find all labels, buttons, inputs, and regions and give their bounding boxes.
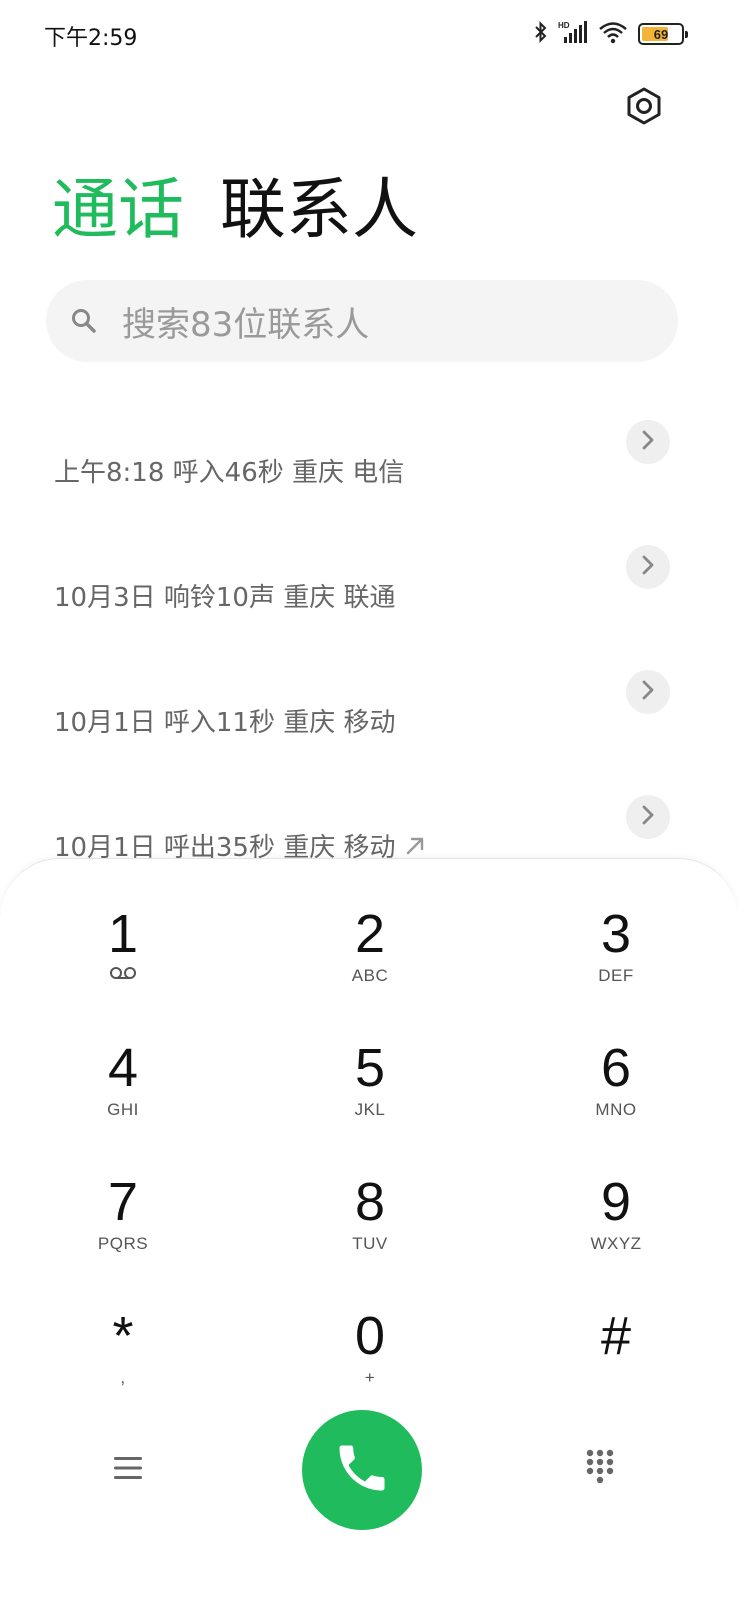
dialer-action-bar (0, 1410, 738, 1530)
dialpad-key-star[interactable]: * , (43, 1305, 203, 1415)
call-log-item[interactable]: 10月1日 呼入11秒 重庆 移动 (0, 670, 738, 794)
call-detail-button[interactable] (626, 670, 670, 714)
key-letters: PQRS (97, 1234, 149, 1253)
dialpad-key-7[interactable]: 7 PQRS (43, 1171, 203, 1281)
call-log-item[interactable]: 10月1日 呼出35秒 重庆 移动 (0, 795, 738, 860)
key-digit: 0 (354, 1306, 386, 1366)
key-digit: 6 (600, 1038, 632, 1098)
key-digit: 3 (600, 904, 632, 964)
chevron-right-icon (641, 555, 655, 579)
key-letters: ABC (351, 966, 389, 985)
status-bar: 下午2:59 HD 69 (0, 0, 738, 70)
status-time: 下午2:59 (44, 26, 138, 51)
key-letters: WXYZ (590, 1234, 642, 1253)
key-digit: 1 (107, 904, 139, 964)
search-icon (70, 306, 100, 336)
key-digit: # (600, 1306, 632, 1366)
dialpad-key-0[interactable]: 0 + (290, 1305, 450, 1415)
battery-level: 69 (653, 26, 669, 42)
phone-icon (332, 1438, 392, 1502)
key-digit: 8 (354, 1172, 386, 1232)
dialpad-icon (585, 1448, 615, 1490)
wifi-icon (598, 20, 628, 48)
tab-bar: 通话 联系人 (52, 166, 418, 254)
key-digit: 2 (354, 904, 386, 964)
battery-nub (685, 31, 688, 38)
hd-signal-icon: HD (558, 20, 588, 48)
tab-calls[interactable]: 通话 (52, 166, 184, 254)
call-button[interactable] (302, 1410, 422, 1530)
menu-icon (113, 1455, 143, 1485)
chevron-right-icon (641, 680, 655, 704)
dialpad-key-hash[interactable]: # (536, 1305, 696, 1415)
key-letters: DEF (598, 966, 634, 985)
key-letters: TUV (352, 1234, 388, 1253)
search-input[interactable]: 搜索83位联系人 (46, 280, 678, 362)
key-letters: MNO (595, 1100, 637, 1119)
dialpad-key-5[interactable]: 5 JKL (290, 1037, 450, 1147)
key-digit: 7 (107, 1172, 139, 1232)
chevron-right-icon (641, 805, 655, 829)
call-detail: 上午8:18 呼入46秒 重庆 电信 (54, 458, 405, 488)
call-detail: 10月1日 呼入11秒 重庆 移动 (54, 708, 396, 738)
dialpad-key-6[interactable]: 6 MNO (536, 1037, 696, 1147)
outgoing-call-icon (404, 834, 426, 861)
call-log-list: 上午8:18 呼入46秒 重庆 电信 10月3日 响铃10声 重庆 联通 10月… (0, 380, 738, 860)
key-letters: GHI (107, 1100, 139, 1119)
voicemail-icon (43, 965, 203, 987)
battery-icon: 69 (638, 23, 688, 45)
call-log-item[interactable]: 10月3日 响铃10声 重庆 联通 (0, 545, 738, 669)
dialpad-key-9[interactable]: 9 WXYZ (536, 1171, 696, 1281)
settings-button[interactable] (622, 86, 666, 130)
call-detail-outgoing: 10月1日 呼出35秒 重庆 移动 (54, 827, 426, 860)
call-detail-button[interactable] (626, 545, 670, 589)
dialpad-key-3[interactable]: 3 DEF (536, 903, 696, 1013)
search-placeholder: 搜索83位联系人 (122, 304, 370, 345)
key-digit: 9 (600, 1172, 632, 1232)
key-letters: + (364, 1368, 376, 1387)
dialpad-key-2[interactable]: 2 ABC (290, 903, 450, 1013)
svg-text:HD: HD (558, 21, 570, 30)
call-detail: 10月3日 响铃10声 重庆 联通 (54, 583, 396, 613)
key-digit: * (112, 1306, 134, 1366)
status-icons: HD 69 (534, 20, 688, 48)
call-detail-button[interactable] (626, 795, 670, 839)
settings-icon (624, 86, 664, 130)
menu-button[interactable] (106, 1450, 150, 1490)
key-letters: , (120, 1368, 126, 1387)
key-digit: 4 (107, 1038, 139, 1098)
key-digit: 5 (354, 1038, 386, 1098)
keypad-toggle-button[interactable] (578, 1444, 622, 1494)
call-log-item[interactable]: 上午8:18 呼入46秒 重庆 电信 (0, 420, 738, 544)
bluetooth-icon (534, 20, 548, 48)
dialpad-key-1[interactable]: 1 (43, 903, 203, 1013)
dialpad-key-4[interactable]: 4 GHI (43, 1037, 203, 1147)
chevron-right-icon (641, 430, 655, 454)
key-letters: JKL (354, 1100, 386, 1119)
call-detail-text: 10月1日 呼出35秒 重庆 移动 (54, 833, 396, 860)
tab-contacts[interactable]: 联系人 (220, 166, 418, 254)
dialpad-key-8[interactable]: 8 TUV (290, 1171, 450, 1281)
call-detail-button[interactable] (626, 420, 670, 464)
